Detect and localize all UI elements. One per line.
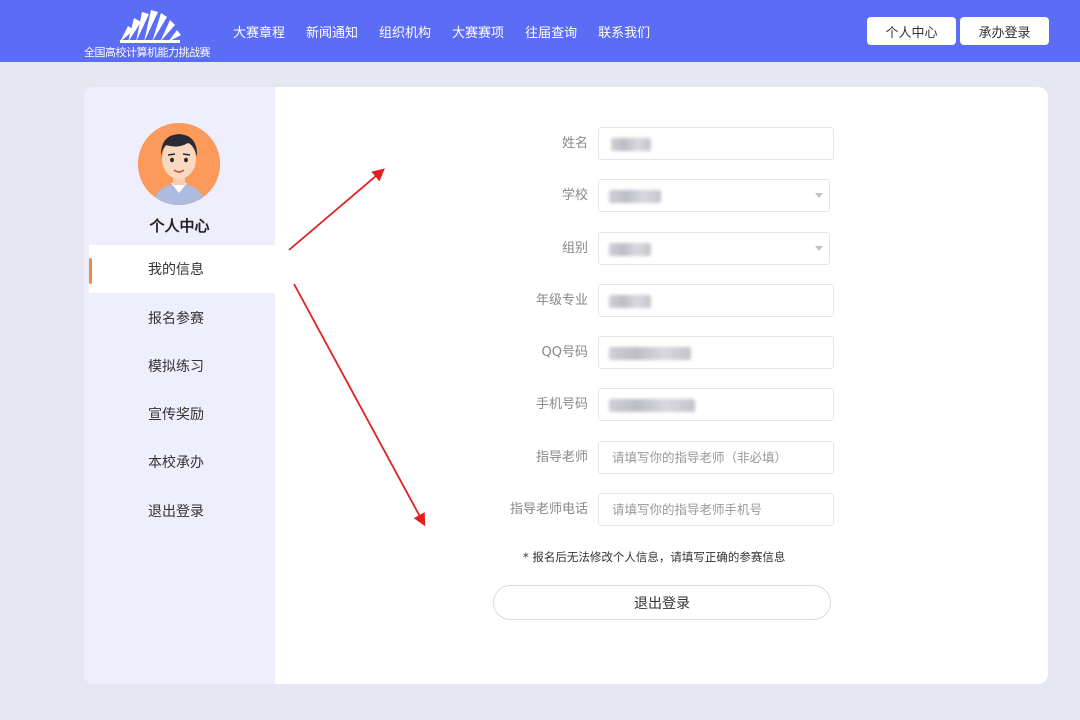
form-row-teacher-phone: 指导老师电话 请填写你的指导老师手机号 [84, 493, 1048, 526]
form-note: * 报名后无法修改个人信息，请填写正确的参赛信息 [523, 550, 786, 564]
logout-button[interactable]: 退出登录 [493, 585, 831, 620]
teacher-field[interactable]: 请填写你的指导老师（非必填） [598, 441, 834, 474]
field-label: 年级专业 [535, 293, 588, 308]
main-card: 个人中心 我的信息 报名参赛 模拟练习 宣传奖励 本校承办 退出登录 姓名 学校… [84, 87, 1048, 684]
field-label: 手机号码 [535, 397, 588, 412]
teacher-phone-field[interactable]: 请填写你的指导老师手机号 [598, 493, 834, 526]
main-nav: 大赛章程 新闻通知 组织机构 大赛赛项 往届查询 联系我们 [233, 22, 671, 41]
nav-history[interactable]: 往届查询 [525, 22, 577, 41]
grade-major-field[interactable] [598, 284, 834, 317]
group-select[interactable] [598, 232, 830, 265]
field-label: 指导老师电话 [509, 502, 588, 517]
school-select[interactable] [598, 179, 830, 212]
redacted-value [609, 243, 651, 256]
nav-events[interactable]: 大赛赛项 [452, 22, 504, 41]
form-row-grade-major: 年级专业 [84, 284, 1048, 317]
field-label: 指导老师 [535, 450, 588, 465]
personal-center-button[interactable]: 个人中心 [867, 17, 956, 45]
form-row-group: 组别 [84, 232, 1048, 265]
sunburst-logo-icon [120, 10, 181, 43]
form-row-phone: 手机号码 [84, 388, 1048, 421]
qq-field[interactable] [598, 336, 834, 369]
phone-field[interactable] [598, 388, 834, 421]
redacted-value [609, 347, 691, 360]
sidebar: 个人中心 我的信息 报名参赛 模拟练习 宣传奖励 本校承办 退出登录 [84, 87, 275, 684]
top-navbar: 全国高校计算机能力挑战赛 大赛章程 新闻通知 组织机构 大赛赛项 往届查询 联系… [0, 0, 1080, 62]
form-row-teacher: 指导老师 请填写你的指导老师（非必填） [84, 441, 1048, 474]
name-field[interactable] [598, 127, 834, 160]
nav-rules[interactable]: 大赛章程 [233, 22, 285, 41]
field-label: 姓名 [561, 136, 588, 151]
redacted-value [611, 138, 651, 151]
competition-logo[interactable]: 全国高校计算机能力挑战赛 [84, 4, 219, 59]
nav-news[interactable]: 新闻通知 [306, 22, 358, 41]
nav-organization[interactable]: 组织机构 [379, 22, 431, 41]
form-row-name: 姓名 [84, 127, 1048, 160]
redacted-value [609, 295, 651, 308]
form-row-school: 学校 [84, 179, 1048, 212]
host-login-button[interactable]: 承办登录 [960, 17, 1049, 45]
redacted-value [609, 190, 661, 203]
field-label: 组别 [561, 241, 588, 256]
chevron-down-icon [815, 193, 823, 198]
field-label: 学校 [561, 188, 588, 203]
nav-contact[interactable]: 联系我们 [598, 22, 650, 41]
form-row-qq: QQ号码 [84, 336, 1048, 369]
logo-text: 全国高校计算机能力挑战赛 [84, 46, 211, 59]
chevron-down-icon [815, 246, 823, 251]
redacted-value [609, 399, 695, 412]
field-label: QQ号码 [541, 345, 588, 360]
